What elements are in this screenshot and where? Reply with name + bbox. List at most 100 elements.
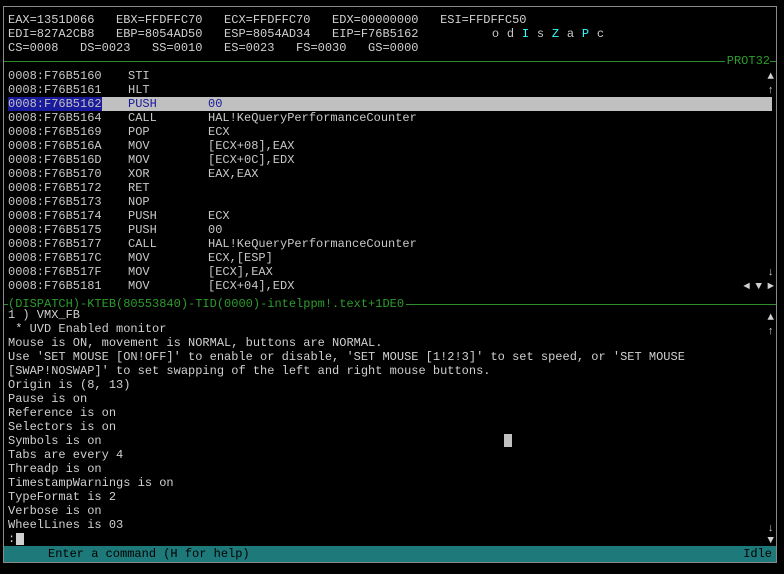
code-mn: PUSH xyxy=(128,223,157,237)
code-scroll-down-arrow-icon[interactable]: ↓ xyxy=(767,267,774,279)
status-help-text: Enter a command (H for help) xyxy=(48,547,250,561)
code-addr: 0008:F76B517C xyxy=(8,251,102,265)
code-op: [ECX+04],EDX xyxy=(208,279,295,293)
code-mn: HLT xyxy=(128,83,150,97)
code-line[interactable]: 0008:F76B5177 CALL HAL!KeQueryPerformanceC… xyxy=(8,237,772,251)
output-line: Reference is on xyxy=(8,406,117,420)
mouse-cursor-block xyxy=(504,434,512,447)
output-line: Pause is on xyxy=(8,392,88,406)
code-op: ECX xyxy=(208,209,230,223)
output-scroll-up-arrow-icon[interactable]: ↑ xyxy=(767,326,774,338)
register-row-3: CS=0008 DS=0023 SS=0010 ES=0023 FS=0030 … xyxy=(8,41,419,55)
status-state: Idle xyxy=(743,547,772,561)
code-scroll-up-arrow-icon[interactable]: ↑ xyxy=(767,85,774,97)
code-addr: 0008:F76B5173 xyxy=(8,195,102,209)
code-addr: 0008:F76B5161 xyxy=(8,83,102,97)
register-row-2: EDI=827A2CB8 EBP=8054AD50 ESP=8054AD34 E… xyxy=(8,27,419,41)
output-line: Origin is (8, 13) xyxy=(8,378,131,392)
code-addr: 0008:F76B5172 xyxy=(8,181,102,195)
code-mn: MOV xyxy=(128,279,150,293)
code-op: ECX,[ESP] xyxy=(208,251,273,265)
code-scroll-down-icon[interactable]: ▼ xyxy=(755,281,762,293)
code-mn: RET xyxy=(128,181,150,195)
code-op: 00 xyxy=(208,223,223,237)
code-addr: 0008:F76B517F xyxy=(8,265,102,279)
code-op: EAX,EAX xyxy=(208,167,259,181)
code-line[interactable]: 0008:F76B5173 NOP xyxy=(8,195,772,209)
code-mn: XOR xyxy=(128,167,150,181)
code-mn: NOP xyxy=(128,195,150,209)
code-window[interactable]: 0008:F76B5160 STI 0008:F76B5161 HLT 0008:F76… xyxy=(4,69,776,297)
code-op: 00 xyxy=(208,97,223,111)
eflags-display: odIsZaPc xyxy=(488,27,608,41)
command-output[interactable]: 1 ) VMX_FB * UVD Enabled monitor Mouse is… xyxy=(4,308,776,546)
debugger-window: EAX=1351D066 EBX=FFDFFC70 ECX=FFDFFC70 E… xyxy=(3,6,777,563)
code-line[interactable]: 0008:F76B5169 POP ECX xyxy=(8,125,772,139)
code-line[interactable]: 0008:F76B5160 STI xyxy=(8,69,772,83)
output-line: Tabs are every 4 xyxy=(8,448,124,462)
code-line[interactable]: 0008:F76B5164 CALL HAL!KeQueryPerformanceC… xyxy=(8,111,772,125)
flag-z: Z xyxy=(551,27,560,41)
output-scroll-up-icon[interactable]: ▲ xyxy=(767,312,774,324)
code-line[interactable]: 0008:F76B5174 PUSH ECX xyxy=(8,209,772,223)
code-line[interactable]: 0008:F76B516D MOV [ECX+0C],EDX xyxy=(8,153,772,167)
code-mn: MOV xyxy=(128,265,150,279)
flag-o: o xyxy=(491,27,500,41)
output-line: WheelLines is 03 xyxy=(8,518,124,532)
flag-i: I xyxy=(521,27,530,41)
code-mn: POP xyxy=(128,125,150,139)
code-line[interactable]: 0008:F76B5175 PUSH 00 xyxy=(8,223,772,237)
code-line[interactable]: 0008:F76B5170 XOR EAX,EAX xyxy=(8,167,772,181)
code-mn: CALL xyxy=(128,111,157,125)
code-op: HAL!KeQueryPerformanceCounter xyxy=(208,237,417,251)
code-mn: MOV xyxy=(128,153,150,167)
code-line[interactable]: 0008:F76B5161 HLT xyxy=(8,83,772,97)
code-scroll-right-icon[interactable]: ► xyxy=(767,281,774,293)
code-op: [ECX+0C],EDX xyxy=(208,153,295,167)
code-mn: MOV xyxy=(128,139,150,153)
code-mn: STI xyxy=(128,69,150,83)
code-mn: MOV xyxy=(128,251,150,265)
code-scroll-left-icon[interactable]: ◄ xyxy=(743,281,750,293)
code-addr: 0008:F76B5160 xyxy=(8,69,102,83)
code-op: [ECX],EAX xyxy=(208,265,273,279)
code-op: HAL!KeQueryPerformanceCounter xyxy=(208,111,417,125)
output-line: TimestampWarnings is on xyxy=(8,476,174,490)
output-line: Symbols is on xyxy=(8,434,102,448)
code-addr: 0008:F76B516D xyxy=(8,153,102,167)
output-line: Selectors is on xyxy=(8,420,117,434)
code-line[interactable]: 0008:F76B517C MOV ECX,[ESP] xyxy=(8,251,772,265)
code-scroll-up-icon[interactable]: ▲ xyxy=(767,71,774,83)
output-line: [SWAP!NOSWAP]' to set swapping of the le… xyxy=(8,364,491,378)
register-row-1: EAX=1351D066 EBX=FFDFFC70 ECX=FFDFFC70 E… xyxy=(8,13,527,27)
code-line[interactable]: 0008:F76B5181 MOV [ECX+04],EDX xyxy=(8,279,772,293)
output-scroll-down-arrow-icon[interactable]: ↓ xyxy=(767,523,774,535)
flag-p: P xyxy=(581,27,590,41)
code-addr: 0008:F76B5170 xyxy=(8,167,102,181)
register-code-separator: PROT32 xyxy=(4,54,776,68)
code-mn: PUSH xyxy=(128,97,157,111)
code-addr: 0008:F76B5181 xyxy=(8,279,102,293)
mode-label: PROT32 xyxy=(724,54,770,68)
code-addr: 0008:F76B5175 xyxy=(8,223,102,237)
code-line[interactable]: 0008:F76B5162 PUSH 00 xyxy=(8,97,772,111)
code-mn: PUSH xyxy=(128,209,157,223)
code-line[interactable]: 0008:F76B5172 RET xyxy=(8,181,772,195)
status-bar: Enter a command (H for help) Idle xyxy=(4,546,776,562)
command-input-caret[interactable] xyxy=(16,533,24,545)
code-addr: 0008:F76B516A xyxy=(8,139,102,153)
code-op: ECX xyxy=(208,125,230,139)
output-line: 1 ) VMX_FB xyxy=(8,308,81,322)
output-line: * UVD Enabled monitor xyxy=(8,322,167,336)
code-addr: 0008:F76B5162 xyxy=(8,97,102,111)
code-mn: CALL xyxy=(128,237,157,251)
code-line[interactable]: 0008:F76B517F MOV [ECX],EAX xyxy=(8,265,772,279)
flag-a: a xyxy=(566,27,575,41)
code-addr: 0008:F76B5174 xyxy=(8,209,102,223)
code-line[interactable]: 0008:F76B516A MOV [ECX+08],EAX xyxy=(8,139,772,153)
output-line: Mouse is ON, movement is NORMAL, buttons… xyxy=(8,336,383,350)
command-prompt[interactable]: : xyxy=(8,532,15,546)
code-addr: 0008:F76B5177 xyxy=(8,237,102,251)
output-line: Use 'SET MOUSE [ON!OFF]' to enable or di… xyxy=(8,350,685,364)
flag-s: s xyxy=(536,27,545,41)
